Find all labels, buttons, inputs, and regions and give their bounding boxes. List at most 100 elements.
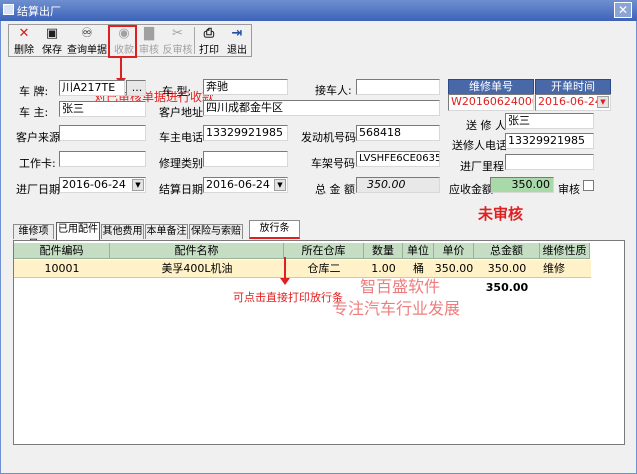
annotation-arrow-line [120,58,122,80]
sender-input[interactable]: 张三 [505,113,594,129]
audit-button-label: 审核 [139,45,159,56]
print-hint-text: 可点击直接打印放行条 [233,291,343,304]
tab-release-slip[interactable]: 放行条 [249,220,300,239]
tab-repair-items[interactable]: 维修项目 [13,224,54,250]
vin-label: 车架号码: [311,157,359,170]
owner-phone-label: 车主电话: [159,131,207,144]
model-label: 车 型: [162,85,192,98]
unaudit-button-label: 反审核 [162,45,193,56]
unaudit-button[interactable]: ✂ 反审核 [162,26,193,57]
close-button[interactable]: ✕ [614,2,632,18]
grid-col-header[interactable]: 配件名称 [110,243,284,259]
plate-label: 车 牌: [19,85,49,98]
grid-col-header[interactable]: 单位 [403,243,434,259]
grid-col-header[interactable]: 单价 [434,243,474,259]
title-bar: 结算出厂 ✕ [0,0,637,21]
unaudit-icon: ✂ [172,26,183,41]
chevron-down-icon[interactable]: ▼ [274,179,286,191]
vin-input[interactable]: LVSHFE6CE063548 [356,151,440,167]
order-no-field[interactable]: W201606240001 [448,94,534,111]
order-no-header: 维修单号 [448,79,534,95]
print-button-label: 打印 [199,45,219,56]
mileage-input[interactable] [505,154,594,170]
plate-input[interactable]: 川A217TE [59,80,125,96]
mileage-label: 进厂里程: [460,160,508,173]
binoculars-icon: ♾ [81,26,93,41]
sender-phone-label: 送修人电话: [452,139,511,152]
grid-col-header[interactable]: 维修性质 [540,243,590,259]
app-icon [3,4,14,15]
address-input[interactable]: 四川成都金牛区 [203,100,440,116]
workcard-input[interactable] [59,151,146,167]
collect-highlight-box [108,25,137,58]
grid-total: 350.00 [485,281,529,294]
engine-input[interactable]: 568418 [356,125,440,141]
tab-notes[interactable]: 本单备注 [145,224,188,239]
chevron-down-icon[interactable]: ▼ [132,179,144,191]
audit-button[interactable]: ▇ 审核 [137,27,161,57]
owner-input[interactable]: 张三 [59,101,146,117]
audit-label: 审核 [558,183,580,196]
open-time-select[interactable]: 2016-06-24 ▼ [535,94,611,111]
delete-icon: ✕ [18,26,30,41]
source-input[interactable] [59,125,146,141]
delete-button-label: 删除 [14,45,34,56]
audit-checkbox[interactable] [583,180,594,191]
sender-phone-input[interactable]: 13329921985 [505,133,594,149]
save-button-label: 保存 [42,45,62,56]
slogan-watermark: 专注汽车行业发展 [332,299,461,318]
delete-button[interactable]: ✕ 删除 [12,26,36,57]
owner-label: 车 主: [19,106,49,119]
in-date-select[interactable]: 2016-06-24 ▼ [59,177,146,193]
row-divider [14,277,591,278]
unaudited-status: 未审核 [478,205,524,223]
open-time-header: 开单时间 [535,79,611,95]
tab-insurance-claims[interactable]: 保险与索赔 [189,224,243,239]
repair-type-input[interactable] [203,151,288,167]
tab-used-parts[interactable]: 已用配件 [56,222,100,240]
annotation-arrow-head [280,278,290,285]
repair-type-label: 修理类别: [159,157,207,170]
save-icon: ▣ [45,26,59,41]
toolbar-separator [194,27,195,54]
receiver-input[interactable] [356,79,440,95]
total-label: 总 金 额: [315,183,359,196]
annotation-arrow-line [284,257,286,279]
owner-phone-input[interactable]: 13329921985 [203,125,288,141]
cell-part-name: 美孚400L机油 [110,260,284,277]
total-field: 350.00 [356,177,440,193]
receivable-field: 350.00 [490,177,554,193]
grid-col-header[interactable]: 总金额 [474,243,540,259]
tab-other-fees[interactable]: 其他费用 [101,224,144,239]
print-button[interactable]: ⎙ 打印 [197,27,221,57]
grid-col-header[interactable]: 数量 [364,243,403,259]
cell-warehouse: 仓库二 [284,260,364,277]
grid-col-header[interactable]: 所在仓库 [284,243,364,259]
cell-amount: 350.00 [474,260,540,277]
address-label: 客户地址: [159,106,207,119]
settle-date-select[interactable]: 2016-06-24 ▼ [203,177,288,193]
open-time-value: 2016-06-24 [538,95,602,108]
model-input[interactable]: 奔驰 [203,79,288,95]
plate-picker-button[interactable]: ... [126,80,146,96]
exit-button[interactable]: ⇥ 退出 [225,26,249,57]
cell-part-code: 10001 [14,260,110,277]
exit-icon: ⇥ [231,26,243,41]
chevron-down-icon[interactable]: ▼ [597,96,609,108]
workcard-label: 工作卡: [19,157,56,170]
window-title: 结算出厂 [17,5,61,18]
engine-label: 发动机号码: [301,131,360,144]
query-button-label: 查询单据 [67,45,107,56]
in-date-label: 进厂日期: [16,183,64,196]
settle-date-label: 结算日期: [159,183,207,196]
grid-col-header[interactable]: 配件编码 [14,243,110,259]
settle-date-value: 2016-06-24 [206,178,270,191]
source-label: 客户来源: [16,131,64,144]
query-button[interactable]: ♾ 查询单据 [67,26,107,57]
exit-button-label: 退出 [227,45,247,56]
in-date-value: 2016-06-24 [62,178,126,191]
brand-watermark: 智百盛软件 [360,277,441,296]
save-button[interactable]: ▣ 保存 [40,26,64,57]
sender-label: 送 修 人: [466,119,510,132]
cell-repair-nature: 维修 [540,260,590,277]
